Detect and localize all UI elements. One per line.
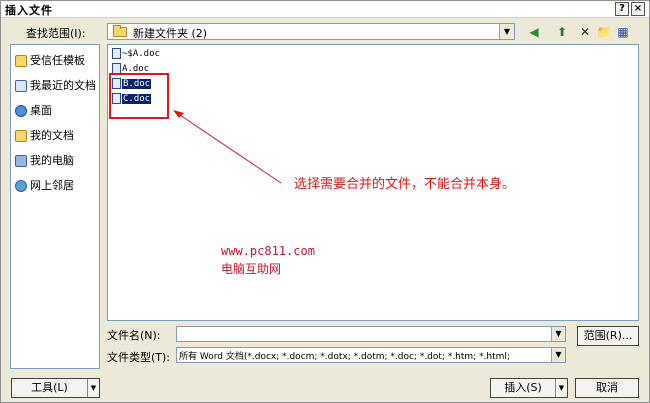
folder-icon [113, 25, 127, 37]
tools-button[interactable]: 工具(L) ▼ [11, 378, 100, 398]
delete-icon[interactable]: ✕ [576, 23, 594, 41]
file-type-dropdown[interactable]: 所有 Word 文档(*.docx; *.docm; *.dotx; *.dot… [176, 347, 566, 363]
arrow-line [176, 112, 282, 184]
my-computer-icon [15, 155, 27, 167]
watermark-site-name: 电脑互助网 [221, 262, 282, 276]
place-recent-documents[interactable]: 我最近的文档 [15, 76, 101, 96]
place-trusted-templates[interactable]: 受信任模板 [15, 51, 101, 71]
dialog-title: 插入文件 [5, 4, 53, 17]
insert-button[interactable]: 插入(S) ▼ [490, 378, 568, 398]
place-desktop[interactable]: 桌面 [15, 101, 101, 121]
my-documents-icon [15, 130, 27, 142]
annotation-note: 选择需要合并的文件，不能合并本身。 [294, 177, 516, 192]
look-in-value: 新建文件夹 (2) [133, 27, 208, 40]
range-button[interactable]: 范围(R)... [577, 326, 639, 346]
annotation-arrow [173, 110, 282, 184]
watermark-url: www.pc811.com [221, 244, 315, 258]
up-folder-icon[interactable]: ⬆ [553, 23, 571, 41]
file-name-label: 文件名(N): [107, 329, 161, 342]
close-button[interactable]: × [631, 2, 645, 16]
network-places-icon [15, 180, 27, 192]
chevron-down-icon[interactable]: ▼ [499, 24, 514, 39]
file-type-label: 文件类型(T): [107, 351, 171, 364]
new-folder-icon[interactable]: 📁 [595, 23, 613, 41]
place-my-documents[interactable]: 我的文档 [15, 126, 101, 146]
desktop-icon [15, 105, 27, 117]
title-bar: 插入文件 ? × [1, 1, 649, 18]
chevron-down-icon[interactable]: ▼ [87, 379, 99, 397]
file-name-input[interactable]: ▼ [176, 326, 566, 342]
document-icon [112, 48, 121, 59]
insert-button-label: 插入(S) [504, 381, 542, 394]
place-network[interactable]: 网上邻居 [15, 176, 101, 196]
views-icon[interactable]: ▦ [614, 23, 632, 41]
cancel-button[interactable]: 取消 [575, 378, 639, 398]
chevron-down-icon[interactable]: ▼ [551, 327, 565, 341]
tools-button-label: 工具(L) [31, 381, 68, 394]
look-in-label: 查找范围(I): [26, 27, 86, 40]
recent-documents-icon [15, 80, 27, 92]
places-bar: 受信任模板 我最近的文档 桌面 我的文档 我的电脑 网上邻居 [10, 44, 100, 369]
back-icon[interactable]: ◀ [525, 23, 543, 41]
look-in-dropdown[interactable]: 新建文件夹 (2) ▼ [107, 23, 515, 40]
insert-file-dialog: 插入文件 ? × 查找范围(I): 新建文件夹 (2) ▼ ◀ ⬆ ✕ 📁 ▦ … [0, 0, 650, 403]
chevron-down-icon[interactable]: ▼ [551, 348, 565, 362]
help-button[interactable]: ? [615, 2, 629, 16]
file-item[interactable]: ~$A.doc [112, 47, 162, 61]
folder-icon [15, 55, 27, 67]
file-type-value: 所有 Word 文档(*.docx; *.docm; *.dotx; *.dot… [179, 352, 510, 362]
place-my-computer[interactable]: 我的电脑 [15, 151, 101, 171]
annotation-highlight-box [109, 73, 169, 119]
chevron-down-icon[interactable]: ▼ [555, 379, 567, 397]
